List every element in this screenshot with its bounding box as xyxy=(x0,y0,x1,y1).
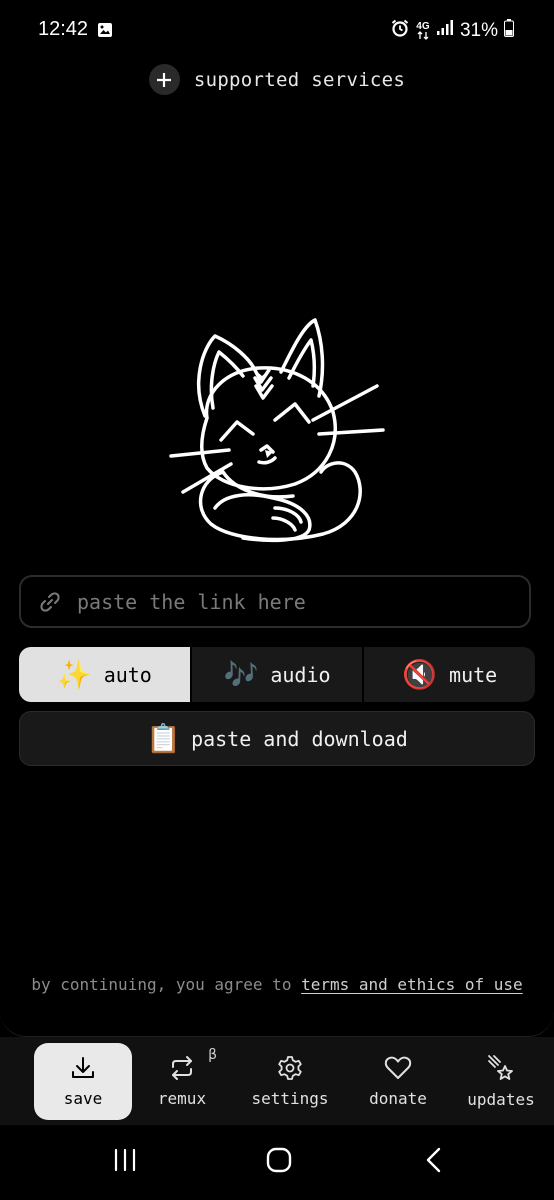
tab-settings-label: settings xyxy=(251,1089,329,1108)
mode-audio-label: audio xyxy=(270,662,331,687)
back-icon[interactable] xyxy=(424,1147,444,1173)
tab-donate[interactable]: donate xyxy=(349,1043,447,1120)
clipboard-icon: 📋 xyxy=(146,721,182,755)
terms-link[interactable]: terms and ethics of use xyxy=(301,975,523,994)
beta-badge: β xyxy=(208,1047,217,1063)
alarm-icon xyxy=(390,18,410,43)
plus-icon xyxy=(148,64,180,95)
battery-icon xyxy=(504,19,514,42)
tab-settings[interactable]: settings xyxy=(241,1043,339,1120)
mode-auto-button[interactable]: ✨ auto xyxy=(19,647,190,702)
heart-icon xyxy=(384,1055,412,1081)
muted-speaker-icon: 🔇 xyxy=(402,657,438,691)
tab-save-label: save xyxy=(63,1089,103,1108)
terms-notice: by continuing, you agree to terms and et… xyxy=(30,973,524,997)
sparkles-icon: ✨ xyxy=(56,657,92,691)
signal-icon xyxy=(436,20,454,41)
gear-icon xyxy=(277,1055,303,1081)
main-panel: 12:42 4G 31% supported services paste th… xyxy=(0,0,554,1037)
supported-services-label: supported services xyxy=(193,68,406,91)
tab-updates[interactable]: updates xyxy=(452,1043,550,1120)
bottom-tab-bar: save remux β settings donate updates xyxy=(0,1037,554,1125)
terms-prefix: by continuing, you agree to xyxy=(31,975,302,994)
mode-mute-button[interactable]: 🔇 mute xyxy=(362,647,535,702)
tab-remux-label: remux xyxy=(157,1089,207,1108)
supported-services-button[interactable]: supported services xyxy=(0,64,554,95)
gallery-notification-icon xyxy=(97,22,113,43)
tab-updates-label: updates xyxy=(467,1090,535,1109)
download-mode-switcher: ✨ auto 🎶 audio 🔇 mute xyxy=(19,647,535,702)
link-icon xyxy=(39,591,61,613)
tab-donate-label: donate xyxy=(369,1089,427,1108)
comet-icon xyxy=(487,1054,515,1082)
network-type-label: 4G xyxy=(416,20,430,32)
status-time: 12:42 xyxy=(38,18,89,40)
home-icon[interactable] xyxy=(266,1147,292,1173)
paste-and-download-button[interactable]: 📋 paste and download xyxy=(19,711,535,766)
system-navigation-bar xyxy=(0,1125,554,1200)
download-icon xyxy=(70,1055,96,1081)
cat-mascot-logo xyxy=(163,312,389,556)
mode-audio-button[interactable]: 🎶 audio xyxy=(189,647,363,702)
battery-percentage: 31% xyxy=(459,19,498,41)
paste-and-download-label: paste and download xyxy=(191,726,408,751)
status-bar: 12:42 4G 31% xyxy=(0,0,554,62)
music-notes-icon: 🎶 xyxy=(223,657,259,691)
recent-apps-icon[interactable] xyxy=(112,1147,138,1173)
repeat-icon xyxy=(169,1055,195,1081)
network-type-icon: 4G xyxy=(416,20,430,40)
status-right-group: 4G 31% xyxy=(390,18,514,43)
tab-remux[interactable]: remux β xyxy=(133,1043,231,1120)
link-input-placeholder: paste the link here xyxy=(77,589,306,614)
link-input[interactable]: paste the link here xyxy=(19,575,531,628)
tab-save[interactable]: save xyxy=(34,1043,132,1120)
mode-mute-label: mute xyxy=(449,662,498,687)
mode-auto-label: auto xyxy=(103,662,152,687)
